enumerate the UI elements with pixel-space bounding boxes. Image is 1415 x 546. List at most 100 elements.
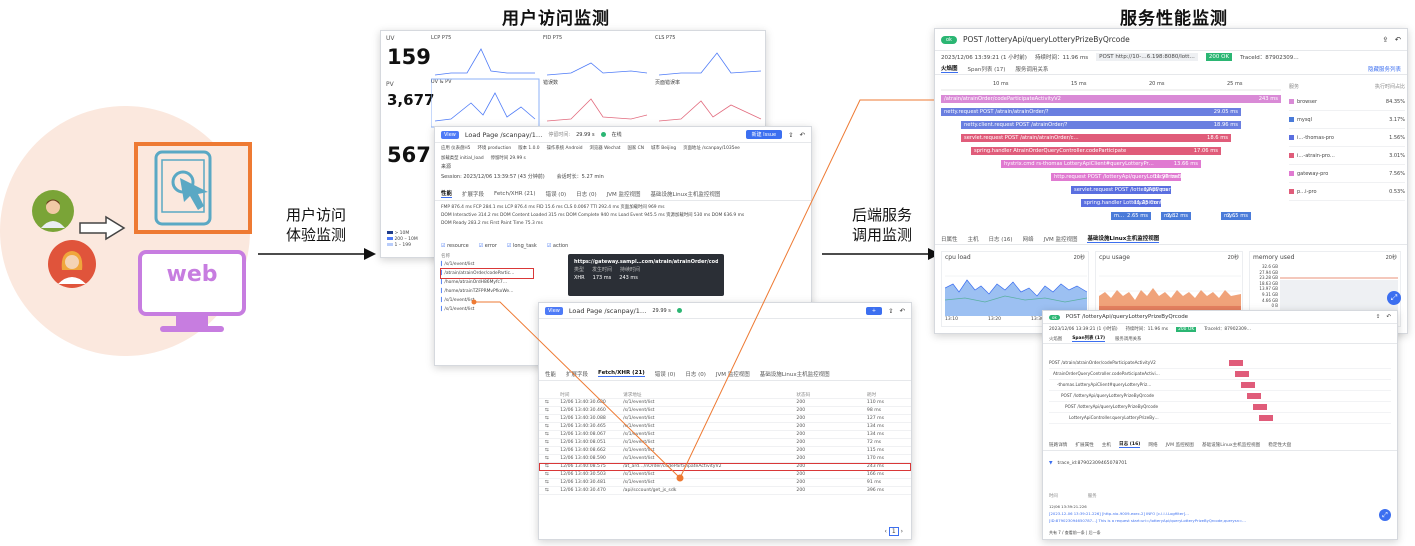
back-icon[interactable]: ↶ xyxy=(1386,314,1391,320)
tab-linux-host[interactable]: 基础设施Linux主机监控视图 xyxy=(651,190,721,198)
span-row[interactable]: POST /lotteryApi/queryLotteryPrizeByQrco… xyxy=(1049,402,1391,413)
tab-trace-details[interactable]: 链路详情 xyxy=(1049,442,1067,448)
tab-service-map[interactable]: 服务调用关系 xyxy=(1115,336,1141,342)
chart-interval[interactable]: 20秒 xyxy=(1074,254,1085,261)
tab-linux-host[interactable]: 基础设施Linux主机监控视图 xyxy=(1202,442,1260,448)
tab-extended[interactable]: 扩展字段 xyxy=(462,190,484,198)
table-row[interactable]: ⇆ 12/06 13:40:30.470/api/sccount/get_js_s… xyxy=(539,487,911,495)
tab-network[interactable]: 网络 xyxy=(1023,235,1034,243)
service-row[interactable]: i…-atrain-pro… 3.01% xyxy=(1289,147,1405,165)
span-bar[interactable]: http.request POST /lotteryApi/queryLotte… xyxy=(1051,173,1181,181)
span-row[interactable]: LotteryApiController.queryLotteryPrizeBy… xyxy=(1049,413,1391,424)
tab-logs[interactable]: 日志 (0) xyxy=(576,190,597,198)
filter-checkbox[interactable]: ☑ resource xyxy=(441,243,469,249)
tab-extended[interactable]: 扩展字段 xyxy=(566,370,588,378)
table-row[interactable]: ⇆ 12/06 13:40:30.503/s/1/event/list 200 166… xyxy=(539,471,911,479)
table-row[interactable]: ⇆ 12/06 13:40:08.662/s/1/event/list 200 115… xyxy=(539,447,911,455)
span-bar[interactable]: spring.handler LotteryApiController.quer… xyxy=(1081,199,1161,207)
back-icon[interactable]: ↶ xyxy=(800,131,805,139)
tab-fetch[interactable]: Fetch/XHR (21) xyxy=(494,191,536,197)
tab-network[interactable]: 网络 xyxy=(1148,442,1157,448)
service-row[interactable]: mysql 3.17% xyxy=(1289,111,1405,129)
chart-interval[interactable]: 20秒 xyxy=(1386,254,1397,261)
hide-service-list[interactable]: 隐藏服务列表 xyxy=(1368,65,1401,73)
tab-jvm[interactable]: JVM 监控视图 xyxy=(1166,442,1194,448)
tab-span-list[interactable]: Span列表 (17) xyxy=(968,65,1006,73)
tab-host[interactable]: 主机 xyxy=(968,235,979,243)
tab-attributes[interactable]: 扩展属性 xyxy=(1075,442,1093,448)
log-headers: 时间 服务 xyxy=(1049,494,1097,499)
tab-host[interactable]: 主机 xyxy=(1102,442,1111,448)
span-bar[interactable]: hystrix.cmd rs-thomas LotteryApiClient#q… xyxy=(1001,160,1201,168)
service-row[interactable]: p…i-pro 0.53% xyxy=(1289,183,1405,201)
share-icon[interactable]: ⇪ xyxy=(1376,314,1381,320)
tab-span-list[interactable]: Span列表 (17) xyxy=(1072,335,1106,342)
share-icon[interactable]: ⇪ xyxy=(888,307,893,315)
tab-logs[interactable]: 日志 (16) xyxy=(989,235,1013,243)
view-title: Load Page /scanpay/1… xyxy=(568,306,647,315)
span-bar[interactable]: spring.handler AtrainOrderQueryControlle… xyxy=(971,147,1221,155)
tab-performance[interactable]: 性能 xyxy=(441,189,453,198)
chart-title: memory used xyxy=(1253,254,1295,261)
service-row[interactable]: gateway-pro 7.56% xyxy=(1289,165,1405,183)
expand-icon[interactable]: ⤢ xyxy=(1387,291,1401,305)
map-legend: > 10M 200 – 10M 1 – 199 xyxy=(387,231,418,249)
span-bar[interactable]: servlet.request POST /atrain/atrainOrder… xyxy=(961,134,1231,142)
back-icon[interactable]: ↶ xyxy=(900,307,905,315)
pager[interactable]: 共有 7 / 查看前一条 | 后一条 xyxy=(1049,530,1101,536)
table-row[interactable]: ⇆ 12/06 13:40:08.051/s/1/event/list 200 72 … xyxy=(539,439,911,447)
span-bar[interactable]: netty.request POST /atrain/atrainOrder/?… xyxy=(941,108,1241,116)
span-bar[interactable]: my… 2.82 ms xyxy=(1161,212,1191,220)
new-issue-button[interactable]: 新建 Issue xyxy=(745,130,783,139)
filter-checkbox[interactable]: ☑ error xyxy=(479,243,497,249)
tab-fetch[interactable]: Fetch/XHR (21) xyxy=(598,370,645,377)
tab-attributes[interactable]: 日属性 xyxy=(941,235,958,243)
table-row[interactable]: ⇆ 12/06 13:40:08.067/s/1/event/list 200 134… xyxy=(539,431,911,439)
table-row[interactable]: ⇆ 12/06 13:40:08.575/at_ard…/nOrder/codeP… xyxy=(539,463,911,471)
session-info[interactable]: Session: 2023/12/06 13:39:57 (43 分钟前) xyxy=(441,173,545,180)
span-row[interactable]: -thomas.LotteryApiClient#queryLotteryPri… xyxy=(1049,380,1391,391)
filter-checkbox[interactable]: ☑ long_task xyxy=(507,243,537,249)
tab-errors[interactable]: 错误 (0) xyxy=(546,190,567,198)
tab-stability[interactable]: 稳定性大盘 xyxy=(1268,442,1291,448)
tab-errors[interactable]: 错误 (0) xyxy=(655,370,676,378)
new-issue-button[interactable]: + xyxy=(865,306,883,315)
list-item[interactable]: ▎/atrain/atrainOrder/codePartic… xyxy=(440,268,534,279)
tab-logs[interactable]: 日志 (0) xyxy=(685,370,706,378)
tab-linux-host[interactable]: 基础设施Linux主机监控视图 xyxy=(760,370,830,378)
tab-flamegraph[interactable]: 火焰图 xyxy=(941,64,958,73)
expand-icon[interactable]: ⤢ xyxy=(1379,509,1391,521)
service-row[interactable]: i…-thomas-pro 1.56% xyxy=(1289,129,1405,147)
tab-jvm[interactable]: JVM 监控视图 xyxy=(607,190,641,198)
tab-jvm[interactable]: JVM 监控视图 xyxy=(1044,235,1078,243)
table-row[interactable]: ⇆ 12/06 13:40:30.460/s/1/event/list 200 98 … xyxy=(539,407,911,415)
tab-linux-host[interactable]: 基础设施Linux主机监控视图 xyxy=(1087,234,1160,243)
span-row[interactable]: POST /atrain/atrainOrder/codeParticipate… xyxy=(1049,358,1391,369)
share-icon[interactable]: ⇪ xyxy=(788,131,793,139)
table-row[interactable]: ⇆ 12/06 13:40:30.680/s/1/event/list 200 110… xyxy=(539,399,911,407)
span-bar[interactable]: netty.client.request POST /atrainOrder/?… xyxy=(961,121,1241,129)
table-row[interactable]: ⇆ 12/06 13:40:30.465/s/1/event/list 200 134… xyxy=(539,423,911,431)
span-bar[interactable]: servlet.request POST /lotteryApi/queryLo… xyxy=(1071,186,1171,194)
share-icon[interactable]: ⇪ xyxy=(1382,35,1388,44)
pager[interactable]: ‹ 1 › xyxy=(885,527,903,536)
table-row[interactable]: ⇆ 12/06 13:40:30.481/s/1/event/list 200 91 … xyxy=(539,479,911,487)
table-row[interactable]: ⇆ 12/06 13:40:30.088/s/1/event/list 200 127… xyxy=(539,415,911,423)
tab-jvm[interactable]: JVM 监控视图 xyxy=(716,370,750,378)
back-icon[interactable]: ↶ xyxy=(1395,35,1401,44)
span-bar[interactable]: /atrain/atrainOrder/codeParticipateActiv… xyxy=(941,95,1281,103)
service-row[interactable]: browser 84.35% xyxy=(1289,93,1405,111)
tab-logs[interactable]: 日志 (16) xyxy=(1118,441,1141,448)
span-row[interactable]: AtrainOrderQueryController.codeParticipa… xyxy=(1049,369,1391,380)
filter-checkbox[interactable]: ☑ action xyxy=(547,243,568,249)
span-bar[interactable]: my… 2.65 ms xyxy=(1221,212,1251,220)
chart-interval[interactable]: 20秒 xyxy=(1228,254,1239,261)
span-bar[interactable]: m… 2.65 ms xyxy=(1111,212,1151,220)
table-row[interactable]: ⇆ 12/06 13:40:08.590/s/1/event/list 200 170… xyxy=(539,455,911,463)
span-duration-bar xyxy=(1241,382,1255,388)
tab-flamegraph[interactable]: 火焰图 xyxy=(1049,336,1062,342)
tab-performance[interactable]: 性能 xyxy=(545,370,556,378)
log-filter[interactable]: ▼ trace_id:87902309465078701 xyxy=(1043,461,1133,466)
tab-service-map[interactable]: 服务调用关系 xyxy=(1015,65,1048,73)
span-row[interactable]: POST /lotteryApi/queryLotteryPrizeByQrco… xyxy=(1049,391,1391,402)
